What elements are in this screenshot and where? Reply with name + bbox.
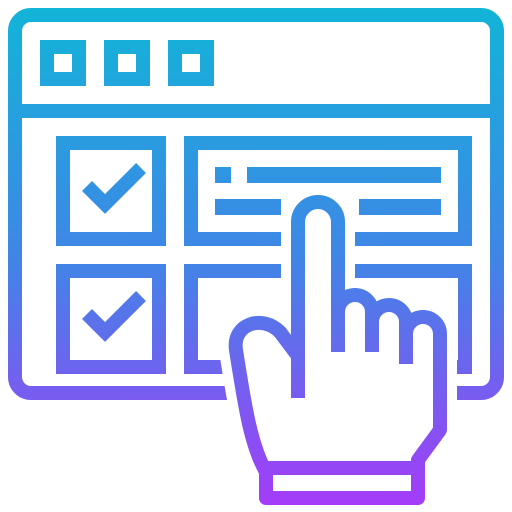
text-line-1 bbox=[247, 167, 441, 183]
window-button-3[interactable] bbox=[168, 40, 214, 86]
text-line-bullet bbox=[215, 167, 231, 183]
pointing-hand-icon bbox=[228, 195, 447, 505]
window-button-2[interactable] bbox=[104, 40, 150, 86]
text-line-3 bbox=[359, 199, 441, 215]
window-button-1[interactable] bbox=[40, 40, 86, 86]
text-line-2 bbox=[215, 199, 281, 215]
text-panel bbox=[184, 136, 472, 246]
checkmark-icon-1 bbox=[82, 163, 146, 214]
checkmark-icon-2 bbox=[82, 291, 146, 342]
browser-checklist-touch-icon bbox=[8, 8, 504, 505]
